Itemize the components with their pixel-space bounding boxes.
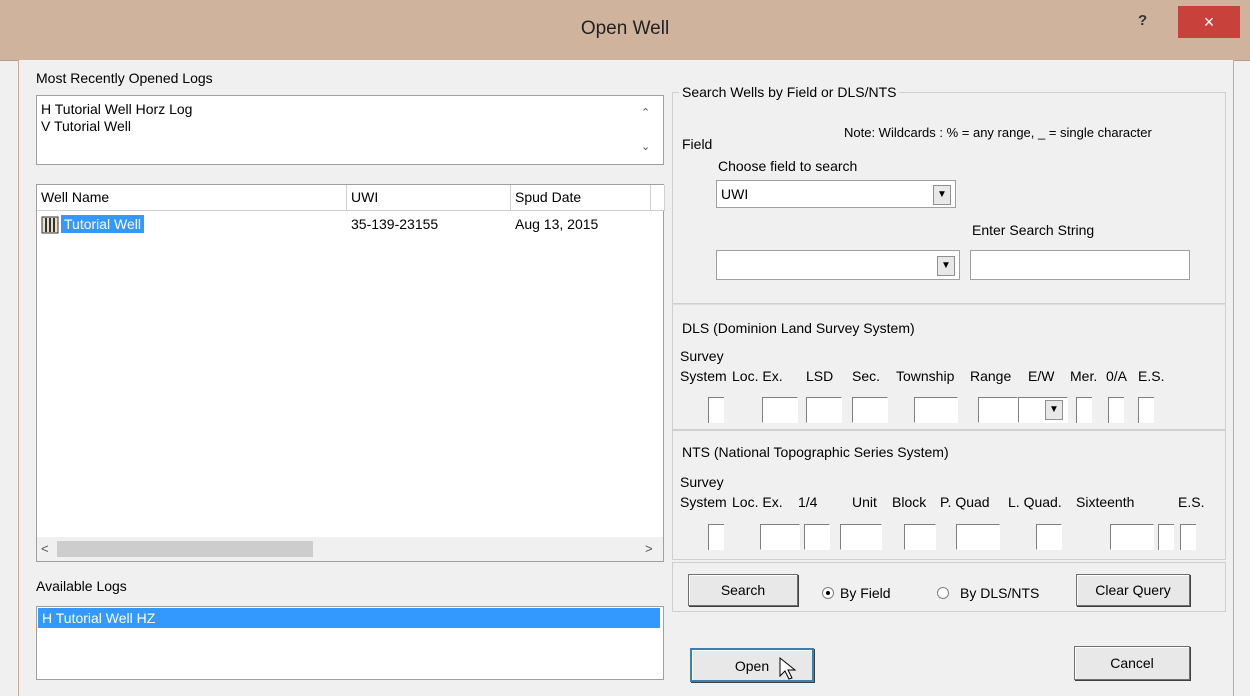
dls-lsd-field[interactable] bbox=[806, 397, 842, 423]
column-header-spud-date[interactable]: Spud Date bbox=[511, 185, 651, 211]
field-label: Field bbox=[679, 136, 716, 152]
nts-es-field-1[interactable] bbox=[1158, 524, 1174, 550]
scroll-left-icon[interactable]: < bbox=[41, 541, 49, 556]
column-header-well-name[interactable]: Well Name bbox=[37, 185, 347, 211]
available-logs-label: Available Logs bbox=[36, 578, 127, 594]
search-button[interactable]: Search bbox=[688, 574, 798, 606]
scroll-down-icon[interactable]: ⌄ bbox=[641, 140, 650, 153]
field-select-value: UWI bbox=[721, 186, 749, 202]
dls-locex-field[interactable] bbox=[762, 397, 798, 423]
nts-sixteenth-field[interactable] bbox=[1110, 524, 1154, 550]
well-list[interactable]: Well Name UWI Spud Date Tutorial Well 35… bbox=[36, 184, 665, 562]
chevron-down-icon[interactable]: ▼ bbox=[1045, 400, 1063, 420]
dls-system-label: System bbox=[680, 368, 727, 384]
nts-block-field[interactable] bbox=[904, 524, 936, 550]
horizontal-scrollbar[interactable]: < > bbox=[37, 537, 663, 561]
dls-0a-label: 0/A bbox=[1106, 368, 1128, 384]
dls-range-field[interactable] bbox=[978, 397, 1018, 423]
nts-locex-label: Loc. Ex. bbox=[732, 494, 783, 510]
wildcard-note: Note: Wildcards : % = any range, _ = sin… bbox=[844, 125, 1152, 140]
dls-group-label: DLS (Dominion Land Survey System) bbox=[679, 320, 918, 336]
nts-system-label: System bbox=[680, 494, 727, 510]
close-button[interactable]: × bbox=[1178, 6, 1240, 38]
field-select[interactable]: UWI ▼ bbox=[716, 180, 956, 208]
nts-pquad-label: P. Quad bbox=[940, 494, 990, 510]
recent-logs-list[interactable]: H Tutorial Well Horz Log V Tutorial Well… bbox=[36, 95, 664, 165]
nts-unit-field[interactable] bbox=[840, 524, 882, 550]
dls-es-field[interactable] bbox=[1138, 397, 1154, 423]
dls-township-label: Township bbox=[896, 368, 955, 384]
nts-unit-label: Unit bbox=[852, 494, 877, 510]
nts-lquad-field[interactable] bbox=[1036, 524, 1062, 550]
window-title: Open Well bbox=[580, 18, 670, 39]
dls-ew-select[interactable]: ▼ bbox=[1018, 397, 1068, 423]
dls-system-field[interactable] bbox=[708, 397, 724, 423]
scroll-up-icon[interactable]: ⌃ bbox=[641, 106, 650, 119]
dls-mer-field[interactable] bbox=[1076, 397, 1092, 423]
chevron-down-icon[interactable]: ▼ bbox=[937, 256, 955, 276]
nts-pquad-field[interactable] bbox=[956, 524, 1000, 550]
scroll-right-icon[interactable]: > bbox=[645, 541, 653, 556]
nts-es-label: E.S. bbox=[1178, 494, 1205, 510]
by-dls-label[interactable]: By DLS/NTS bbox=[960, 585, 1039, 601]
search-string-input[interactable] bbox=[970, 250, 1190, 280]
well-icon bbox=[41, 216, 61, 234]
nts-survey-label: Survey bbox=[680, 474, 724, 490]
dls-township-field[interactable] bbox=[914, 397, 958, 423]
column-header-uwi[interactable]: UWI bbox=[347, 185, 511, 211]
enter-search-label: Enter Search String bbox=[972, 222, 1095, 238]
by-dls-radio[interactable] bbox=[937, 587, 949, 599]
dls-lsd-label: LSD bbox=[806, 368, 834, 384]
nts-locex-field[interactable] bbox=[760, 524, 800, 550]
spud-date-cell: Aug 13, 2015 bbox=[515, 216, 599, 232]
column-header-more[interactable] bbox=[651, 185, 665, 211]
nts-block-label: Block bbox=[892, 494, 927, 510]
cancel-button[interactable]: Cancel bbox=[1074, 646, 1190, 680]
title-bar: Open Well ? × bbox=[0, 0, 1250, 61]
chevron-down-icon[interactable]: ▼ bbox=[933, 185, 951, 205]
help-button[interactable]: ? bbox=[1138, 12, 1147, 29]
dls-ew-label: E/W bbox=[1028, 368, 1055, 384]
nts-es-field-2[interactable] bbox=[1180, 524, 1196, 550]
nts-sixteenth-label: Sixteenth bbox=[1076, 494, 1135, 510]
list-item[interactable]: H Tutorial Well Horz Log bbox=[41, 101, 192, 117]
list-item[interactable]: V Tutorial Well bbox=[41, 118, 131, 134]
uwi-cell: 35-139-23155 bbox=[351, 216, 439, 232]
by-field-radio[interactable] bbox=[822, 587, 834, 599]
dls-survey-label: Survey bbox=[680, 348, 724, 364]
operator-select[interactable]: ▼ bbox=[716, 250, 960, 280]
dls-locex-label: Loc. Ex. bbox=[732, 368, 783, 384]
clear-query-button[interactable]: Clear Query bbox=[1076, 574, 1190, 606]
nts-group-label: NTS (National Topographic Series System) bbox=[679, 444, 952, 460]
dls-sec-label: Sec. bbox=[852, 368, 881, 384]
recent-logs-label: Most Recently Opened Logs bbox=[36, 70, 213, 86]
nts-lquad-label: L. Quad. bbox=[1008, 494, 1062, 510]
by-field-label[interactable]: By Field bbox=[840, 585, 891, 601]
available-logs-list[interactable]: H Tutorial Well HZ bbox=[36, 606, 664, 680]
list-item[interactable]: H Tutorial Well HZ bbox=[38, 608, 660, 628]
nts-quarter-label: 1/4 bbox=[798, 494, 818, 510]
nts-system-field[interactable] bbox=[708, 524, 724, 550]
dls-es-label: E.S. bbox=[1138, 368, 1165, 384]
scrollbar-thumb[interactable] bbox=[57, 541, 313, 557]
dls-mer-label: Mer. bbox=[1070, 368, 1098, 384]
choose-field-label: Choose field to search bbox=[718, 158, 858, 174]
search-group-label: Search Wells by Field or DLS/NTS bbox=[679, 84, 900, 100]
nts-quarter-field[interactable] bbox=[804, 524, 830, 550]
dls-sec-field[interactable] bbox=[852, 397, 888, 423]
dls-range-label: Range bbox=[970, 368, 1012, 384]
mouse-cursor-icon bbox=[778, 656, 802, 682]
table-row[interactable]: Tutorial Well bbox=[61, 215, 145, 233]
dls-0a-field[interactable] bbox=[1108, 397, 1124, 423]
